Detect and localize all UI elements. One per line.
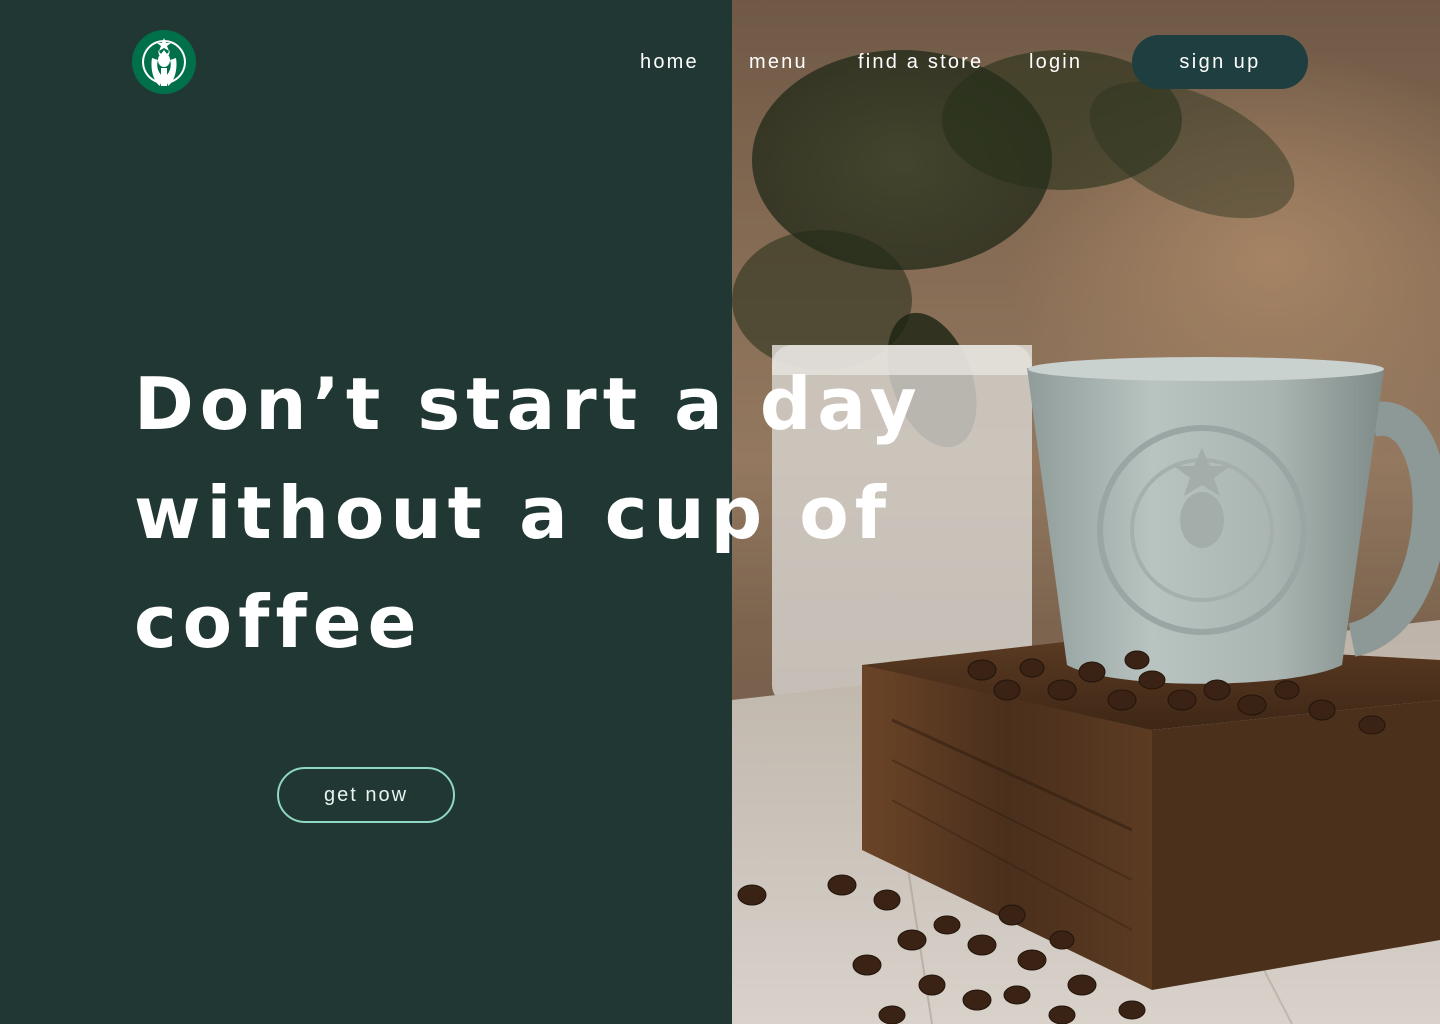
landing-page: home menu find a store login sign up Don…	[0, 0, 1440, 1024]
nav-menu-link[interactable]: menu	[749, 49, 808, 75]
headline-line-1: Don’t start a day	[134, 362, 923, 446]
nav-find-store-link[interactable]: find a store	[858, 49, 983, 75]
get-now-button[interactable]: get now	[277, 767, 455, 823]
nav-login-link[interactable]: login	[1029, 49, 1082, 75]
headline-line-2: without a cup of	[134, 471, 893, 555]
nav-home-link[interactable]: home	[640, 49, 699, 75]
top-navigation: home menu find a store login sign up	[0, 0, 1440, 124]
headline-line-3: coffee	[134, 580, 423, 664]
sign-up-button[interactable]: sign up	[1132, 35, 1308, 89]
hero-headline: Don’t start a day without a cup of coffe…	[134, 350, 954, 677]
starbucks-siren-logo-icon[interactable]	[132, 30, 196, 94]
